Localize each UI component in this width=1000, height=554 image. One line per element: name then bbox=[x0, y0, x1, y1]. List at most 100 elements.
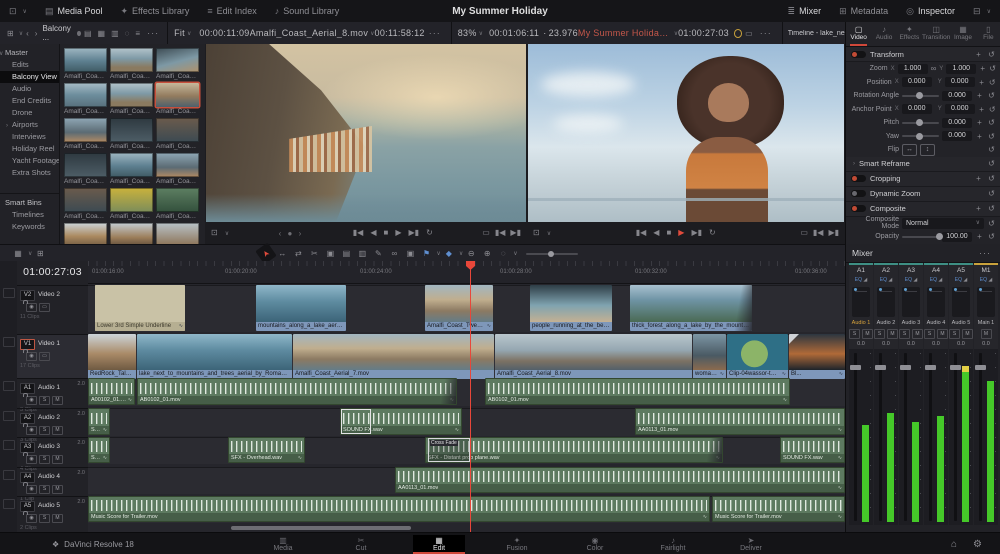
fader-area[interactable] bbox=[899, 349, 923, 525]
solo-button[interactable]: S bbox=[39, 396, 50, 405]
bin-item-interviews[interactable]: Interviews bbox=[0, 131, 59, 143]
inspector-tab-image[interactable]: ▦ Image bbox=[950, 22, 975, 46]
audio-clip[interactable]: AB0102_01.mov ∿ bbox=[485, 378, 790, 405]
lock-track-icon[interactable] bbox=[20, 396, 24, 406]
page-button-cut[interactable]: ✂ Cut bbox=[335, 535, 387, 554]
inspector-tab-video[interactable]: ▢ Video bbox=[846, 22, 871, 46]
auto-select-icon[interactable]: ◉ bbox=[26, 455, 37, 464]
slider-handle[interactable] bbox=[916, 119, 924, 127]
media-clip-thumbnail[interactable]: Amalfi_Coast_T... bbox=[64, 188, 107, 220]
media-pool-options-icon[interactable]: ··· bbox=[143, 28, 163, 38]
add-keyframe-icon[interactable]: + bbox=[975, 118, 984, 127]
video-clip[interactable]: mountains_along_a_lake_aerial_by_Roma... bbox=[256, 285, 346, 331]
x-value-field[interactable]: 0.000 bbox=[901, 77, 932, 88]
timeline-zoom-out-icon[interactable]: ⊖ bbox=[463, 246, 479, 261]
track-enable-icon[interactable]: ▭ bbox=[39, 303, 50, 312]
eq-button[interactable]: EQ ◢ bbox=[980, 276, 992, 285]
source-goto-in-icon[interactable]: ▮◀ bbox=[495, 229, 506, 237]
section-header-dynamic-zoom[interactable]: Dynamic Zoom ↺ bbox=[846, 186, 1000, 202]
bin-item-drone[interactable]: Drone bbox=[0, 107, 59, 119]
auto-select-icon[interactable]: ◉ bbox=[26, 303, 37, 312]
media-clip-thumbnail[interactable]: Amalfi_Coast_T... bbox=[156, 118, 199, 150]
page-button-edit[interactable]: ▦ Edit bbox=[413, 534, 465, 554]
media-clip-thumbnail[interactable]: Amalfi_Coast_T... bbox=[64, 153, 107, 185]
add-keyframe-icon[interactable]: + bbox=[978, 78, 986, 87]
reset-icon[interactable]: ↺ bbox=[987, 189, 996, 198]
slider-track[interactable] bbox=[902, 92, 939, 100]
reset-icon[interactable]: ↺ bbox=[987, 118, 996, 127]
flag-icon[interactable]: ⚑ bbox=[418, 246, 434, 261]
track-header-a2[interactable]: A2 Audio 2 2.0 ◉ S M 3 Clips bbox=[17, 408, 88, 443]
effects-library-button[interactable]: ✦ Effects Library bbox=[112, 0, 199, 22]
fader-handle[interactable] bbox=[900, 364, 912, 370]
track-strip-icon[interactable] bbox=[3, 337, 15, 347]
slider-track[interactable] bbox=[902, 233, 943, 241]
track-header-v1[interactable]: V1 Video 1 ◉ ▭ 17 Clips bbox=[17, 334, 88, 379]
media-pool-button[interactable]: ▤ Media Pool bbox=[36, 0, 112, 22]
solo-button[interactable]: S bbox=[39, 426, 50, 435]
reset-icon[interactable]: ↺ bbox=[987, 50, 996, 59]
acquire-icon[interactable]: ⊞ bbox=[32, 246, 48, 261]
thumbnail-view-icon[interactable]: ▦ bbox=[95, 29, 109, 38]
inspector-tab-file[interactable]: ▯ File bbox=[976, 22, 1000, 46]
section-header-cropping[interactable]: Cropping + ↺ bbox=[846, 171, 1000, 187]
video-clip[interactable]: Amalfi_Coast_Aerial_7.mov bbox=[293, 334, 494, 379]
bin-item-end-credits[interactable]: End Credits bbox=[0, 95, 59, 107]
edit-index-button[interactable]: ≡ Edit Index bbox=[198, 0, 265, 22]
pan-control[interactable] bbox=[977, 287, 995, 317]
list-view-icon[interactable]: ▤ bbox=[81, 29, 95, 38]
playhead[interactable] bbox=[470, 261, 471, 532]
pen-tool-icon[interactable]: ✎ bbox=[370, 246, 386, 261]
auto-select-icon[interactable]: ◉ bbox=[26, 396, 37, 405]
video-clip[interactable]: lake_next_to_mountains_and_trees_aerial_… bbox=[137, 334, 292, 379]
pan-control[interactable] bbox=[877, 287, 895, 317]
section-toggle[interactable] bbox=[851, 205, 866, 212]
y-value-field[interactable]: 0.000 bbox=[944, 104, 975, 115]
next-edit-icon[interactable]: ▶▮ bbox=[828, 229, 839, 237]
pan-control[interactable] bbox=[952, 287, 970, 317]
media-clip-thumbnail[interactable]: Amalfi_Coast_A... bbox=[156, 48, 199, 80]
solo-button[interactable]: S bbox=[39, 455, 50, 464]
composite-mode-dropdown[interactable]: Normal ∨ bbox=[902, 217, 984, 229]
reset-icon[interactable]: ↺ bbox=[987, 204, 996, 213]
track-id-badge[interactable]: V1 bbox=[20, 339, 35, 350]
track-id-badge[interactable]: A5 bbox=[20, 501, 35, 512]
mixer-options-icon[interactable]: ··· bbox=[975, 248, 995, 258]
mixer-strip-a3[interactable]: A3 EQ ◢ Audio 3 S M 0.0 bbox=[899, 263, 923, 525]
strip-view-icon[interactable]: ▥ bbox=[108, 29, 122, 38]
track-header-a1[interactable]: A1 Audio 1 2.0 ◉ S M 3 Clips bbox=[17, 378, 88, 413]
add-keyframe-icon[interactable]: + bbox=[975, 132, 984, 141]
solo-button[interactable]: S bbox=[849, 329, 860, 339]
solo-button[interactable]: S bbox=[39, 514, 50, 523]
add-keyframe-icon[interactable]: + bbox=[974, 50, 983, 59]
custom-zoom-icon[interactable]: ◌ bbox=[495, 246, 511, 261]
slider-track[interactable] bbox=[902, 119, 939, 127]
media-clip-thumbnail[interactable]: Amalfi_Coast_T... bbox=[110, 188, 153, 220]
mute-button[interactable]: M bbox=[52, 396, 63, 405]
crossfade-transition[interactable]: Cross Fade bbox=[428, 438, 470, 462]
fader-handle[interactable] bbox=[850, 364, 862, 370]
add-keyframe-icon[interactable]: + bbox=[974, 204, 983, 213]
eq-button[interactable]: EQ ◢ bbox=[880, 276, 892, 285]
mute-button[interactable]: M bbox=[52, 455, 63, 464]
timeline-zoom-dropdown[interactable]: 83% bbox=[458, 28, 477, 38]
track-id-badge[interactable]: A1 bbox=[20, 383, 35, 394]
fader-area[interactable] bbox=[949, 349, 973, 525]
lock-track-icon[interactable] bbox=[20, 514, 24, 524]
lock-track-icon[interactable] bbox=[20, 303, 24, 313]
x-value-field[interactable]: 0.000 bbox=[901, 104, 932, 115]
add-keyframe-icon[interactable]: + bbox=[975, 232, 984, 241]
inspector-tab-effects[interactable]: ✦ Effects bbox=[897, 22, 922, 46]
media-clip-thumbnail[interactable]: Amalfi_Coast_T... bbox=[110, 153, 153, 185]
solo-button[interactable]: S bbox=[924, 329, 935, 339]
mixer-strip-m1[interactable]: M1 EQ ◢ Main 1 M 0.0 bbox=[974, 263, 998, 525]
media-clip-thumbnail[interactable]: RedRock_Land... bbox=[64, 223, 107, 244]
source-goto-out-icon[interactable]: ▶▮ bbox=[510, 229, 521, 237]
x-value-field[interactable]: 1.000 bbox=[897, 63, 928, 74]
source-viewer-canvas[interactable] bbox=[206, 44, 526, 222]
source-step-back-icon[interactable]: ◀ bbox=[370, 229, 376, 237]
source-jog-control[interactable]: ‹ ● › bbox=[279, 229, 304, 238]
section-toggle[interactable] bbox=[851, 175, 866, 182]
selected-segment[interactable] bbox=[341, 409, 371, 434]
marker-icon[interactable]: ◆ bbox=[441, 246, 457, 261]
